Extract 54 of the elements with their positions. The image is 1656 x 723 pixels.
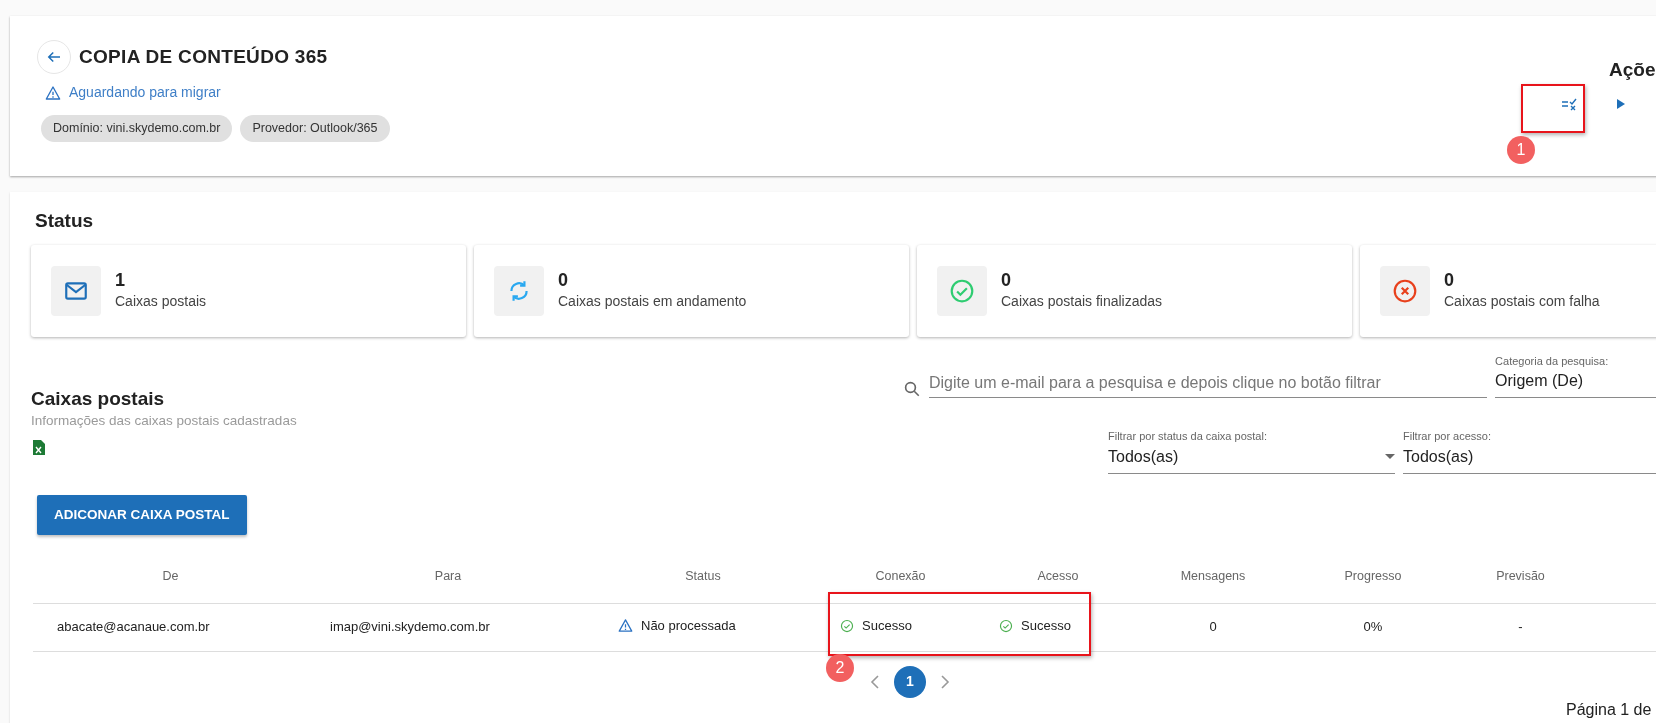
- table-cell-text: Não processada: [641, 616, 736, 635]
- chevron-icon: [870, 674, 880, 689]
- stat-count: 0: [558, 269, 569, 292]
- column-header: Progresso: [1293, 551, 1453, 604]
- table-cell-text: -: [1518, 618, 1523, 637]
- table-cell-text: abacate@acanaue.com.br: [57, 618, 210, 637]
- column-header: De: [33, 551, 308, 604]
- section-title: Caixas postais: [31, 387, 166, 411]
- warning-icon: [618, 617, 633, 633]
- column-header: Mensagens: [1133, 551, 1293, 604]
- column-header: Previsão: [1453, 551, 1588, 604]
- category-select[interactable]: Categoria da pesquisa: Origem (De): [1495, 352, 1656, 399]
- annotation-box: [1521, 84, 1585, 133]
- info-chip: Provedor: Outlook/365: [240, 115, 390, 142]
- actions-title: Açõe: [1608, 58, 1656, 82]
- column-header: Acesso: [983, 551, 1133, 604]
- stat-label: Caixas postais finalizadas: [1001, 292, 1163, 312]
- warning-icon: [45, 84, 61, 101]
- caret-down-icon: [1385, 453, 1395, 460]
- search-icon: [903, 380, 921, 399]
- page-info: Página 1 de: [1566, 699, 1652, 720]
- section-subtitle: Informações das caixas postais cadastradas: [31, 411, 298, 430]
- filter-select[interactable]: Filtrar por acesso: Todos(as): [1403, 428, 1656, 474]
- stat-label: Caixas postais em andamento: [558, 292, 747, 312]
- table-cell-text: Sucesso: [1021, 616, 1071, 635]
- section-title: Status: [34, 210, 95, 233]
- stat-label: Caixas postais: [115, 292, 207, 312]
- spreadsheet-icon: [33, 439, 45, 455]
- column-header: Conexão: [818, 551, 983, 604]
- stat-count: 0: [1001, 269, 1012, 292]
- search-field[interactable]: Digite um e-mail para a pesquisa e depois clique no botão filtrar: [929, 369, 1488, 399]
- x-circle-icon: [1392, 277, 1418, 304]
- table-cell-text: Sucesso: [862, 616, 912, 635]
- filter-select[interactable]: Filtrar por status da caixa postal: Todos(as): [1108, 428, 1395, 474]
- page-title: COPIA DE CONTEÚDO 365: [79, 45, 328, 69]
- chevron-icon: [940, 674, 950, 689]
- table-cell-text: 0: [1209, 618, 1217, 637]
- add-mailbox-button[interactable]: ADICONAR CAIXA POSTAL: [37, 494, 247, 536]
- check-circle-icon: [949, 277, 975, 304]
- stat-count: 0: [1444, 269, 1455, 292]
- check-circle-icon: [840, 618, 854, 633]
- column-header: Para: [308, 551, 588, 604]
- list-check-icon: [1561, 96, 1577, 111]
- play-icon: [1616, 97, 1626, 110]
- stat-count: 1: [115, 269, 126, 292]
- back-button[interactable]: [37, 40, 71, 74]
- check-circle-icon: [999, 618, 1013, 633]
- stat-label: Caixas postais com falha: [1444, 292, 1600, 312]
- info-chip: Domínio: vini.skydemo.com.br: [41, 115, 233, 142]
- table-cell-text: 0%: [1363, 618, 1383, 637]
- column-header: Status: [588, 551, 818, 604]
- table-cell-text: imap@vini.skydemo.com.br: [330, 618, 490, 637]
- page-button[interactable]: 1: [894, 665, 926, 698]
- migration-status: Aguardando para migrar: [69, 83, 221, 102]
